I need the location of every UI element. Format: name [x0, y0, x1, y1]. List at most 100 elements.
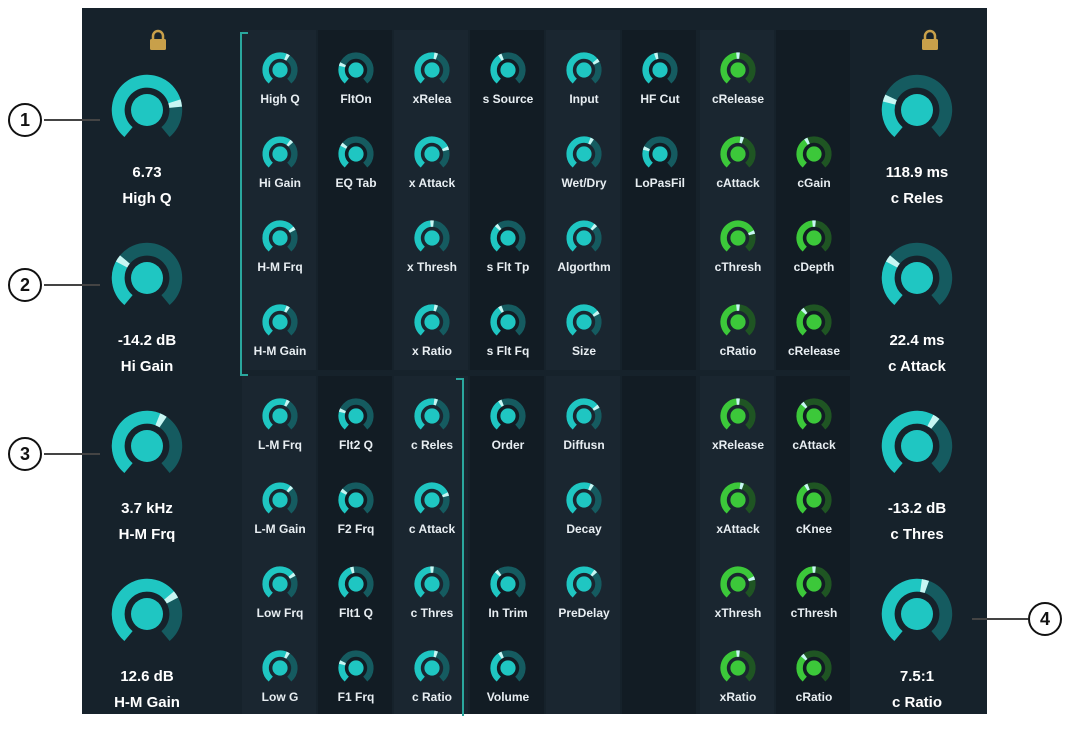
knob-cgain[interactable]: cGain — [776, 134, 852, 218]
knob-cratio[interactable]: cRatio — [700, 302, 776, 386]
knob-l-m-frq[interactable]: L-M Frq — [242, 396, 318, 480]
knob-cattack[interactable]: cAttack — [700, 134, 776, 218]
knob-value: 22.4 ms — [889, 332, 945, 349]
knob-wet-dry[interactable]: Wet/Dry — [546, 134, 622, 218]
knob-in-trim[interactable]: In Trim — [470, 564, 546, 648]
left-macro-knob-2[interactable]: 3.7 kHz H-M Frq — [82, 406, 212, 546]
knob-flt2-q[interactable]: Flt2 Q — [318, 396, 394, 480]
knob-hf-cut[interactable]: HF Cut — [622, 50, 698, 134]
knob-cratio[interactable]: cRatio — [776, 648, 852, 732]
knob-s-flt-tp[interactable]: s Flt Tp — [470, 218, 546, 302]
callout-line-1 — [44, 119, 100, 121]
left-macro-knob-0[interactable]: 6.73 High Q — [82, 70, 212, 210]
knob-label: Wet/Dry — [561, 176, 607, 190]
knob-xthresh[interactable]: xThresh — [700, 564, 776, 648]
knob-eq-tab[interactable]: EQ Tab — [318, 134, 394, 218]
knob-x-thresh[interactable]: x Thresh — [394, 218, 470, 302]
knob-name: H-M Gain — [114, 694, 180, 711]
knob-f1-frq[interactable]: F1 Frq — [318, 648, 394, 732]
right-macro-knob-0[interactable]: 118.9 ms c Reles — [852, 70, 982, 210]
knob-label: Order — [491, 438, 525, 452]
left-macro-knob-3[interactable]: 12.6 dB H-M Gain — [82, 574, 212, 714]
knob-name: c Attack — [888, 358, 946, 375]
knob-dial[interactable] — [107, 406, 187, 491]
knob-f2-frq[interactable]: F2 Frq — [318, 480, 394, 564]
knob-label: xRelea — [412, 92, 452, 106]
knob-label: In Trim — [488, 606, 528, 620]
knob-cdepth[interactable]: cDepth — [776, 218, 852, 302]
knob-label: HF Cut — [640, 92, 680, 106]
knob-dial[interactable] — [877, 406, 957, 491]
knob-lopasfil[interactable]: LoPasFil — [622, 134, 698, 218]
knob-input[interactable]: Input — [546, 50, 622, 134]
knob-hi-gain[interactable]: Hi Gain — [242, 134, 318, 218]
knob-size[interactable]: Size — [546, 302, 622, 386]
knob-label: High Q — [260, 92, 300, 106]
callout-4: 4 — [1028, 602, 1062, 636]
knob-dial[interactable] — [877, 574, 957, 659]
knob-dial[interactable] — [107, 238, 187, 323]
knob-label: cKnee — [795, 522, 833, 536]
knob-decay[interactable]: Decay — [546, 480, 622, 564]
right-macro-knob-3[interactable]: 7.5:1 c Ratio — [852, 574, 982, 714]
lock-icon-left[interactable] — [146, 28, 170, 52]
knob-dial[interactable] — [877, 238, 957, 323]
knob-s-flt-fq[interactable]: s Flt Fq — [470, 302, 546, 386]
knob-label: Diffusn — [563, 438, 605, 452]
group-bracket-eq — [240, 32, 248, 376]
knob-flt1-q[interactable]: Flt1 Q — [318, 564, 394, 648]
knob-l-m-gain[interactable]: L-M Gain — [242, 480, 318, 564]
knob-label: L-M Frq — [258, 438, 302, 452]
knob-label: FltOn — [340, 92, 372, 106]
knob-xrelease[interactable]: xRelease — [700, 396, 776, 480]
knob-dial[interactable] — [107, 574, 187, 659]
knob-label: Algorthm — [557, 260, 611, 274]
knob-cknee[interactable]: cKnee — [776, 480, 852, 564]
knob-low-g[interactable]: Low G — [242, 648, 318, 732]
knob-s-source[interactable]: s Source — [470, 50, 546, 134]
knob-label: H-M Gain — [253, 344, 307, 358]
lock-icon-right[interactable] — [918, 28, 942, 52]
knob-volume[interactable]: Volume — [470, 648, 546, 732]
knob-label: F1 Frq — [337, 690, 375, 704]
knob-label: s Source — [482, 92, 534, 106]
knob-name: H-M Frq — [118, 526, 176, 543]
knob-label: cThresh — [790, 606, 838, 620]
knob-h-m-frq[interactable]: H-M Frq — [242, 218, 318, 302]
knob-predelay[interactable]: PreDelay — [546, 564, 622, 648]
knob-label: s Flt Tp — [486, 260, 530, 274]
knob-crelease[interactable]: cRelease — [776, 302, 852, 386]
knob-name: c Thres — [890, 526, 944, 543]
knob-x-attack[interactable]: x Attack — [394, 134, 470, 218]
knob-value: 118.9 ms — [885, 164, 949, 181]
knob-value: -14.2 dB — [117, 332, 177, 349]
knob-value: 12.6 dB — [120, 668, 174, 685]
knob-low-frq[interactable]: Low Frq — [242, 564, 318, 648]
left-macro-knob-1[interactable]: -14.2 dB Hi Gain — [82, 238, 212, 378]
right-macro-knob-1[interactable]: 22.4 ms c Attack — [852, 238, 982, 378]
knob-xratio[interactable]: xRatio — [700, 648, 776, 732]
knob-flton[interactable]: FltOn — [318, 50, 394, 134]
knob-dial[interactable] — [107, 70, 187, 155]
knob-xattack[interactable]: xAttack — [700, 480, 776, 564]
knob-cthresh[interactable]: cThresh — [776, 564, 852, 648]
knob-order[interactable]: Order — [470, 396, 546, 480]
knob-algorthm[interactable]: Algorthm — [546, 218, 622, 302]
knob-crelease[interactable]: cRelease — [700, 50, 776, 134]
knob-cthresh[interactable]: cThresh — [700, 218, 776, 302]
knob-diffusn[interactable]: Diffusn — [546, 396, 622, 480]
knob-label: H-M Frq — [257, 260, 303, 274]
knob-name: c Ratio — [891, 694, 942, 711]
knob-high-q[interactable]: High Q — [242, 50, 318, 134]
knob-label: s Flt Fq — [486, 344, 530, 358]
knob-cattack[interactable]: cAttack — [776, 396, 852, 480]
knob-label: LoPasFil — [634, 176, 685, 190]
knob-x-ratio[interactable]: x Ratio — [394, 302, 470, 386]
knob-name: c Reles — [890, 190, 944, 207]
knob-dial[interactable] — [877, 70, 957, 155]
callout-3: 3 — [8, 437, 42, 471]
knob-label: Flt1 Q — [338, 606, 373, 620]
knob-xrelea[interactable]: xRelea — [394, 50, 470, 134]
right-macro-knob-2[interactable]: -13.2 dB c Thres — [852, 406, 982, 546]
knob-h-m-gain[interactable]: H-M Gain — [242, 302, 318, 386]
